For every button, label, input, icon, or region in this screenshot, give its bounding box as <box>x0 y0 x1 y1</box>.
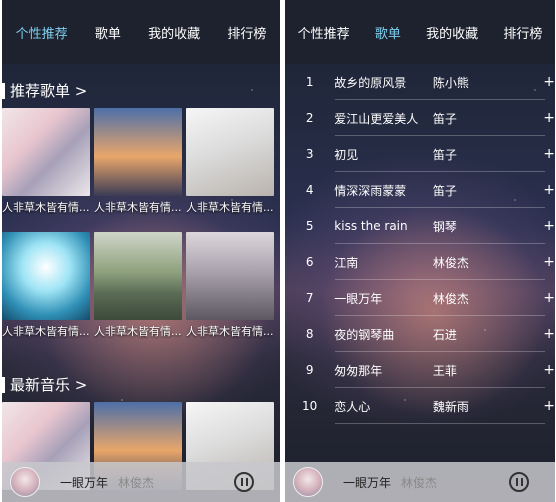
song-title: 江南 <box>334 255 359 270</box>
playlist-screen: 个性推荐 歌单 我的收藏 排行榜 1 故乡的原风景 陈小熊 + 2 爱江山更爱美… <box>285 0 555 502</box>
tab-personal-recommend[interactable]: 个性推荐 <box>14 19 70 46</box>
playlist-caption: 人非草木皆有情... <box>94 325 182 338</box>
song-number: 3 <box>305 147 314 161</box>
tab-favorites[interactable]: 我的收藏 <box>146 19 202 46</box>
playlist-caption: 人非草木皆有情... <box>186 201 274 214</box>
top-nav: 个性推荐 歌单 我的收藏 排行榜 <box>285 0 555 64</box>
song-artist: 林俊杰 <box>432 255 469 270</box>
song-row[interactable]: 8 夜的钢琴曲 石进 + <box>285 316 555 352</box>
section-title: 最新音乐 > <box>10 376 88 394</box>
song-number: 9 <box>305 363 314 377</box>
playlist-caption: 人非草木皆有情... <box>2 325 90 338</box>
playlist-card[interactable]: 人非草木皆有情... <box>2 232 90 339</box>
song-row[interactable]: 7 一眼万年 林俊杰 + <box>285 280 555 316</box>
add-icon[interactable]: + <box>543 110 555 126</box>
now-playing-title: 一眼万年 <box>60 475 109 490</box>
song-row[interactable]: 10 恋人心 魏新雨 + <box>285 388 555 424</box>
playlist-caption: 人非草木皆有情... <box>94 201 182 214</box>
add-icon[interactable]: + <box>543 326 555 342</box>
song-artist: 王菲 <box>432 363 457 378</box>
mini-player[interactable]: 一眼万年 林俊杰 <box>2 462 280 502</box>
section-marker <box>2 82 5 99</box>
tab-playlist[interactable]: 歌单 <box>93 19 123 46</box>
song-number: 6 <box>305 255 314 269</box>
song-title: 初见 <box>334 147 359 162</box>
song-title: 恋人心 <box>334 399 371 414</box>
playlist-card[interactable]: 人非草木皆有情... <box>94 108 182 215</box>
now-playing-artist: 林俊杰 <box>118 475 155 490</box>
tab-charts[interactable]: 排行榜 <box>225 19 268 46</box>
playlist-card[interactable]: 人非草木皆有情... <box>94 232 182 339</box>
song-row[interactable]: 6 江南 林俊杰 + <box>285 244 555 280</box>
song-title: 情深深雨蒙蒙 <box>334 183 407 198</box>
song-title: 夜的钢琴曲 <box>334 327 395 342</box>
playlist-cover <box>186 232 274 320</box>
top-nav: 个性推荐 歌单 我的收藏 排行榜 <box>2 0 280 64</box>
song-row[interactable]: 2 爱江山更爱美人 笛子 + <box>285 100 555 136</box>
playlist-card[interactable]: 人非草木皆有情... <box>186 232 274 339</box>
song-artist: 钢琴 <box>432 219 457 234</box>
now-playing-artist: 林俊杰 <box>401 475 438 490</box>
latest-music-heading[interactable]: 最新音乐 > <box>2 374 87 395</box>
pause-icon[interactable] <box>234 472 254 492</box>
tab-personal-recommend[interactable]: 个性推荐 <box>296 19 352 46</box>
song-artist: 笛子 <box>432 111 457 126</box>
song-row[interactable]: 9 匆匆那年 王菲 + <box>285 352 555 388</box>
add-icon[interactable]: + <box>543 146 555 162</box>
song-number: 5 <box>305 219 314 233</box>
add-icon[interactable]: + <box>543 362 555 378</box>
add-icon[interactable]: + <box>543 290 555 306</box>
tab-playlist[interactable]: 歌单 <box>373 19 403 46</box>
song-title: 爱江山更爱美人 <box>334 111 419 126</box>
pause-icon[interactable] <box>509 472 529 492</box>
song-title: 匆匆那年 <box>334 363 383 378</box>
album-avatar <box>293 467 323 497</box>
playlist-card[interactable]: 人非草木皆有情... <box>186 108 274 215</box>
song-artist: 笛子 <box>432 147 457 162</box>
song-artist: 林俊杰 <box>432 291 469 306</box>
song-artist: 笛子 <box>432 183 457 198</box>
playlist-caption: 人非草木皆有情... <box>2 201 90 214</box>
recommended-playlists-heading[interactable]: 推荐歌单 > <box>2 80 87 101</box>
add-icon[interactable]: + <box>543 74 555 90</box>
album-avatar <box>10 467 40 497</box>
song-row[interactable]: 1 故乡的原风景 陈小熊 + <box>285 64 555 100</box>
song-artist: 石进 <box>432 327 457 342</box>
add-icon[interactable]: + <box>543 182 555 198</box>
song-title: 一眼万年 <box>334 291 383 306</box>
tab-charts[interactable]: 排行榜 <box>501 19 544 46</box>
song-number: 7 <box>305 291 314 305</box>
playlist-cover <box>94 232 182 320</box>
playlist-cover <box>94 108 182 196</box>
song-number: 10 <box>302 399 318 413</box>
song-number: 8 <box>305 327 314 341</box>
section-title: 推荐歌单 > <box>10 82 88 100</box>
playlist-cover <box>2 232 90 320</box>
song-row[interactable]: 4 情深深雨蒙蒙 笛子 + <box>285 172 555 208</box>
song-title: kiss the rain <box>334 219 408 233</box>
add-icon[interactable]: + <box>543 218 555 234</box>
song-artist: 魏新雨 <box>432 399 469 414</box>
song-title: 故乡的原风景 <box>334 75 407 90</box>
playlist-cover <box>186 108 274 196</box>
song-number: 2 <box>305 111 314 125</box>
song-artist: 陈小熊 <box>432 75 469 90</box>
add-icon[interactable]: + <box>543 254 555 270</box>
playlist-caption: 人非草木皆有情... <box>186 325 274 338</box>
mini-player[interactable]: 一眼万年 林俊杰 <box>285 462 555 502</box>
tab-favorites[interactable]: 我的收藏 <box>424 19 480 46</box>
now-playing-title: 一眼万年 <box>343 475 392 490</box>
recommend-screen: 个性推荐 歌单 我的收藏 排行榜 推荐歌单 > 人非草木皆有情... 人非草木皆… <box>2 0 280 502</box>
song-row[interactable]: 5 kiss the rain 钢琴 + <box>285 208 555 244</box>
playlist-card[interactable]: 人非草木皆有情... <box>2 108 90 215</box>
playlist-cover <box>2 108 90 196</box>
add-icon[interactable]: + <box>543 398 555 414</box>
song-number: 1 <box>305 75 314 89</box>
song-row[interactable]: 3 初见 笛子 + <box>285 136 555 172</box>
section-marker <box>2 376 5 393</box>
song-number: 4 <box>305 183 314 197</box>
